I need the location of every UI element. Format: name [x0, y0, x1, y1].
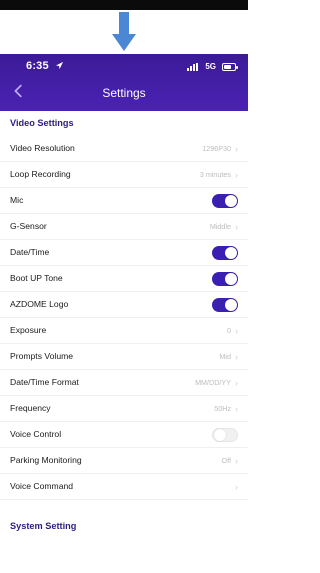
- setting-value: 3 minutes: [199, 170, 231, 179]
- settings-row[interactable]: Mic: [0, 188, 248, 214]
- location-arrow-icon: [55, 61, 64, 70]
- setting-label: Mic: [10, 195, 24, 205]
- page-title: Settings: [102, 86, 146, 100]
- settings-row[interactable]: Date/Time Format MM/DD/YY ›: [0, 370, 248, 396]
- toggle-knob: [225, 298, 237, 311]
- setting-label: Parking Monitoring: [10, 455, 82, 465]
- setting-value: 50Hz: [214, 404, 231, 413]
- setting-control: MM/DD/YY ›: [195, 370, 238, 395]
- setting-label: Date/Time: [10, 247, 50, 257]
- setting-control: 50Hz ›: [214, 396, 238, 421]
- chevron-right-icon: ›: [235, 455, 238, 466]
- toggle-switch[interactable]: [212, 245, 238, 260]
- setting-value: Middle: [209, 222, 231, 231]
- setting-label: Video Resolution: [10, 143, 75, 153]
- chevron-right-icon: ›: [235, 481, 238, 492]
- settings-row[interactable]: AZDOME Logo: [0, 292, 248, 318]
- chevron-right-icon: ›: [235, 143, 238, 154]
- settings-row[interactable]: Voice Control: [0, 422, 248, 448]
- settings-content: Video Settings Video Resolution 1296P30 › L…: [0, 111, 248, 539]
- toggle-knob: [225, 246, 237, 259]
- settings-list: Video Resolution 1296P30 › Loop Recording 3 …: [0, 136, 248, 500]
- chevron-right-icon: ›: [235, 221, 238, 232]
- setting-value: Off: [221, 456, 231, 465]
- chevron-right-icon: ›: [235, 351, 238, 362]
- setting-control[interactable]: [212, 188, 238, 213]
- setting-label: Date/Time Format: [10, 377, 79, 387]
- setting-label: AZDOME Logo: [10, 299, 69, 309]
- toggle-knob: [225, 272, 237, 285]
- status-right: 5G: [187, 62, 238, 71]
- chevron-right-icon: ›: [235, 403, 238, 414]
- settings-row[interactable]: Voice Command ›: [0, 474, 248, 500]
- settings-row[interactable]: Frequency 50Hz ›: [0, 396, 248, 422]
- toggle-switch[interactable]: [212, 193, 238, 208]
- settings-row[interactable]: Boot UP Tone: [0, 266, 248, 292]
- top-black-bar: [0, 0, 248, 10]
- setting-label: Loop Recording: [10, 169, 71, 179]
- signal-icon: [187, 62, 199, 71]
- setting-label: Voice Control: [10, 429, 62, 439]
- setting-control[interactable]: [212, 292, 238, 317]
- status-time: 6:35: [26, 60, 64, 72]
- battery-icon: [222, 62, 238, 71]
- section-header-system: System Setting: [10, 521, 77, 531]
- settings-row[interactable]: Exposure 0 ›: [0, 318, 248, 344]
- app-header: 6:35 5G Settings: [0, 54, 248, 111]
- setting-value: 1296P30: [202, 144, 231, 153]
- setting-control: ›: [231, 474, 238, 499]
- setting-value: 0: [227, 326, 231, 335]
- toggle-switch[interactable]: [212, 271, 238, 286]
- toggle-switch[interactable]: [212, 427, 238, 442]
- section-header-video: Video Settings: [0, 111, 248, 136]
- toggle-switch[interactable]: [212, 297, 238, 312]
- setting-control[interactable]: [212, 422, 238, 447]
- settings-row[interactable]: Loop Recording 3 minutes ›: [0, 162, 248, 188]
- setting-label: G-Sensor: [10, 221, 47, 231]
- setting-value: MM/DD/YY: [195, 378, 231, 387]
- chevron-right-icon: ›: [235, 377, 238, 388]
- settings-row[interactable]: G-Sensor Middle ›: [0, 214, 248, 240]
- setting-control[interactable]: [212, 240, 238, 265]
- setting-value: Mid: [219, 352, 231, 361]
- down-arrow-icon: [112, 12, 136, 51]
- setting-control: 1296P30 ›: [202, 136, 238, 161]
- setting-control: Mid ›: [219, 344, 238, 369]
- setting-control[interactable]: [212, 266, 238, 291]
- setting-control: Off ›: [222, 448, 238, 473]
- settings-row[interactable]: Date/Time: [0, 240, 248, 266]
- settings-row[interactable]: Video Resolution 1296P30 ›: [0, 136, 248, 162]
- chevron-right-icon: ›: [235, 169, 238, 180]
- setting-label: Boot UP Tone: [10, 273, 63, 283]
- settings-row[interactable]: Parking Monitoring Off ›: [0, 448, 248, 474]
- chevron-right-icon: ›: [235, 325, 238, 336]
- setting-label: Exposure: [10, 325, 47, 335]
- setting-control: Middle ›: [210, 214, 238, 239]
- setting-control: 3 minutes ›: [200, 162, 238, 187]
- network-type: 5G: [205, 62, 216, 71]
- setting-control: 0 ›: [227, 318, 238, 343]
- toggle-knob: [214, 428, 226, 441]
- settings-row[interactable]: Prompts Volume Mid ›: [0, 344, 248, 370]
- setting-label: Frequency: [10, 403, 51, 413]
- setting-label: Prompts Volume: [10, 351, 74, 361]
- toggle-knob: [225, 194, 237, 207]
- setting-label: Voice Command: [10, 481, 74, 491]
